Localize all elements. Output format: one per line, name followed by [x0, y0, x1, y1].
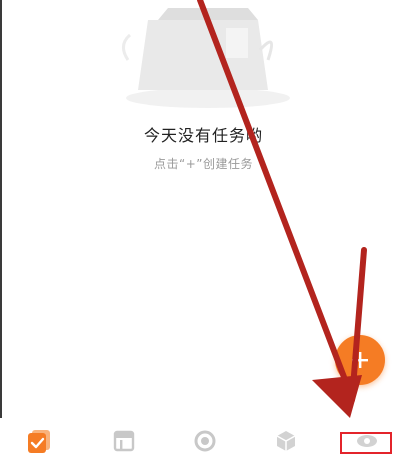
empty-state-title: 今天没有任务哟 — [143, 126, 263, 145]
plus-icon — [352, 352, 368, 368]
empty-box-illustration — [122, 8, 290, 108]
focus-circle-icon — [194, 430, 216, 452]
tab-habits[interactable] — [271, 426, 301, 456]
tab-calendar[interactable] — [109, 426, 139, 456]
add-task-button[interactable] — [335, 335, 385, 385]
window-edge — [0, 0, 2, 460]
tasks-check-icon — [28, 430, 50, 453]
tab-focus[interactable] — [190, 426, 220, 456]
tab-tasks[interactable] — [24, 426, 54, 456]
habit-hexagon-icon — [276, 431, 296, 451]
empty-state-hint: 点击“+”创建任务 — [154, 157, 253, 171]
annotation-highlight-box — [340, 432, 392, 454]
calendar-icon — [113, 430, 135, 452]
today-tasks-screen: 今天没有任务哟 点击“+”创建任务 — [0, 0, 407, 460]
